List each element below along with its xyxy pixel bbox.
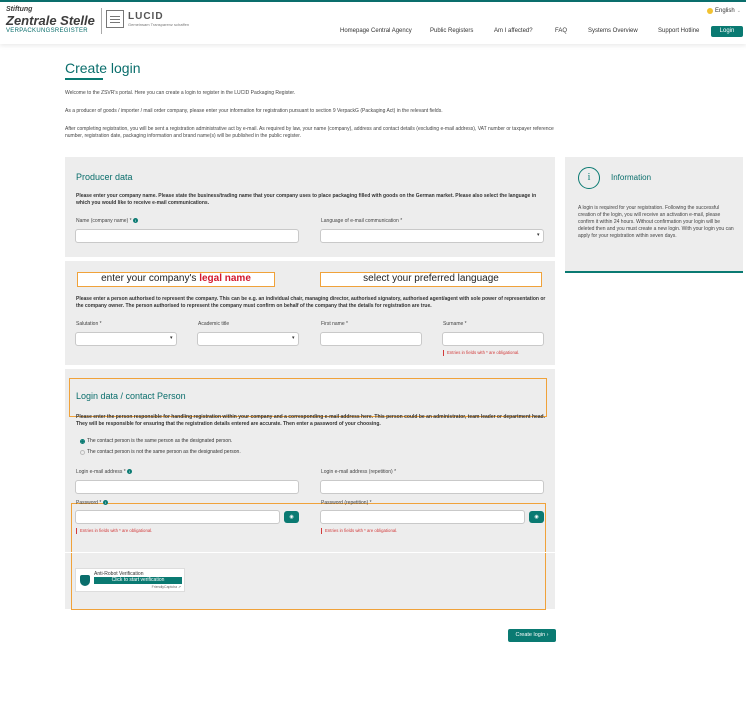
company-name-label: Name (company name) * i bbox=[76, 218, 138, 224]
salutation-select[interactable] bbox=[75, 332, 177, 346]
radio-checked-icon bbox=[80, 438, 85, 444]
chevron-down-icon: ▾ bbox=[292, 335, 295, 341]
surname-input[interactable] bbox=[442, 332, 544, 346]
information-text: A login is required for your registratio… bbox=[578, 205, 734, 239]
information-panel: i Information A login is required for yo… bbox=[565, 157, 743, 273]
password-repeat-label: Password (repetition) * bbox=[321, 500, 372, 506]
info-icon[interactable]: i bbox=[102, 500, 108, 506]
salutation-label: Salutation * bbox=[76, 321, 102, 327]
panel-divider bbox=[65, 552, 555, 553]
create-login-button[interactable]: Create login › bbox=[508, 629, 556, 642]
radio-contact-not-same[interactable]: The contact person is not the same perso… bbox=[80, 449, 241, 455]
chevron-down-icon: ▾ bbox=[537, 232, 540, 238]
header-login-button[interactable]: Login bbox=[711, 26, 743, 37]
anti-robot-widget: Anti-Robot Verification Click to start v… bbox=[75, 568, 185, 592]
chevron-down-icon: ⌄ bbox=[736, 8, 741, 14]
login-email-label: Login e-mail address * i bbox=[76, 469, 133, 475]
intro-paragraph-2: As a producer of goods / importer / mail… bbox=[65, 108, 443, 114]
surname-label: Surname * bbox=[443, 321, 467, 327]
friendlycaptcha-link[interactable]: FriendlyCaptcha ⇗ bbox=[152, 585, 181, 589]
show-password-button[interactable]: ◉ bbox=[284, 511, 299, 523]
academic-title-select[interactable] bbox=[197, 332, 299, 346]
nav-homepage-central-agency[interactable]: Homepage Central Agency bbox=[340, 28, 412, 34]
nav-faq[interactable]: FAQ bbox=[555, 28, 567, 34]
radio-unchecked-icon bbox=[80, 449, 85, 455]
password-input[interactable] bbox=[75, 510, 280, 524]
authorised-person-text: Please enter a person authorised to repr… bbox=[76, 296, 546, 309]
info-icon[interactable]: i bbox=[127, 469, 133, 475]
nav-public-registers[interactable]: Public Registers bbox=[430, 28, 473, 34]
title-underline bbox=[65, 78, 103, 80]
email-language-select[interactable] bbox=[320, 229, 544, 243]
logo-divider bbox=[101, 8, 102, 34]
shield-icon bbox=[80, 575, 90, 586]
login-data-text: Please enter the person responsible for … bbox=[76, 414, 545, 427]
information-title: Information bbox=[611, 173, 652, 182]
zentrale-stelle-logo[interactable]: Stiftung Zentrale Stelle VERPACKUNGSREGI… bbox=[6, 6, 98, 36]
site-header: Stiftung Zentrale Stelle VERPACKUNGSREGI… bbox=[0, 0, 746, 44]
show-password-repeat-button[interactable]: ◉ bbox=[529, 511, 544, 523]
academic-title-label: Academic title bbox=[198, 321, 230, 327]
mandatory-fields-note: Entries in fields with * are obligationa… bbox=[320, 528, 398, 534]
intro-paragraph-3: After completing registration, you will … bbox=[65, 126, 554, 139]
producer-data-text: Please enter your company name. Please s… bbox=[76, 193, 537, 206]
eye-icon: ◉ bbox=[289, 514, 294, 520]
mandatory-fields-note: Entries in fields with * are obligationa… bbox=[442, 350, 520, 356]
nav-am-i-affected[interactable]: Am I affected? bbox=[494, 28, 533, 34]
login-data-title: Login data / contact Person bbox=[76, 391, 186, 401]
start-verification-button[interactable]: Click to start verification bbox=[94, 577, 182, 584]
language-switcher[interactable]: English ⌄ bbox=[707, 8, 741, 14]
email-language-label: Language of e-mail communication * bbox=[321, 218, 403, 224]
first-name-label: First name * bbox=[321, 321, 348, 327]
password-repeat-input[interactable] bbox=[320, 510, 525, 524]
info-icon[interactable]: i bbox=[132, 218, 138, 224]
login-email-repeat-input[interactable] bbox=[320, 480, 544, 494]
mandatory-fields-note: Entries in fields with * are obligationa… bbox=[75, 528, 153, 534]
header-accent-line bbox=[0, 0, 746, 2]
chevron-down-icon: ▾ bbox=[170, 335, 173, 341]
annotation-preferred-language: select your preferred language bbox=[320, 272, 542, 287]
intro-paragraph-1: Welcome to the ZSVR's portal. Here you c… bbox=[65, 90, 296, 96]
nav-support-hotline[interactable]: Support Hotline bbox=[658, 28, 699, 34]
login-email-repeat-label: Login e-mail address (repetition) * bbox=[321, 469, 397, 475]
info-icon: i bbox=[578, 167, 600, 189]
page-title: Create login bbox=[65, 60, 141, 76]
lucid-logo[interactable]: LUCID Gemeinsam Transparenz schaffen bbox=[106, 10, 189, 28]
lucid-logo-icon bbox=[106, 10, 124, 28]
login-email-input[interactable] bbox=[75, 480, 299, 494]
eye-icon: ◉ bbox=[534, 514, 539, 520]
globe-icon bbox=[707, 8, 713, 14]
nav-systems-overview[interactable]: Systems Overview bbox=[588, 28, 638, 34]
producer-data-title: Producer data bbox=[76, 172, 133, 182]
first-name-input[interactable] bbox=[320, 332, 422, 346]
radio-contact-same[interactable]: The contact person is the same person as… bbox=[80, 438, 232, 444]
company-name-input[interactable] bbox=[75, 229, 299, 243]
password-label: Password * i bbox=[76, 500, 108, 506]
annotation-legal-name: enter your company's legal name bbox=[77, 272, 275, 287]
